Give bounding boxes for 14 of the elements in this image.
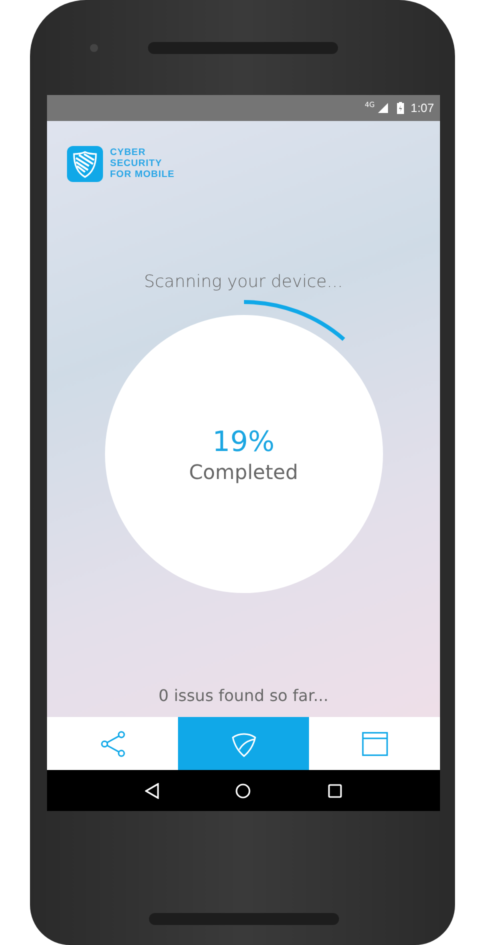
scan-status-text: Scanning your device...	[144, 272, 343, 292]
battery-icon	[396, 102, 404, 114]
clock-time: 1:07	[410, 101, 434, 115]
signal-icon	[378, 103, 388, 113]
logo-wordmark: CYBER SECURITY FOR MOBILE	[110, 147, 175, 180]
percent-value: 19%	[212, 424, 275, 458]
percent-caption: Completed	[188, 460, 298, 484]
home-icon[interactable]	[235, 782, 252, 798]
recents-icon[interactable]	[328, 784, 342, 798]
back-icon[interactable]	[145, 782, 160, 798]
issues-count-text: 0 issus found so far...	[158, 686, 328, 705]
share-icon	[98, 730, 126, 758]
shield-logo-icon	[67, 146, 103, 182]
window-icon	[360, 730, 388, 758]
